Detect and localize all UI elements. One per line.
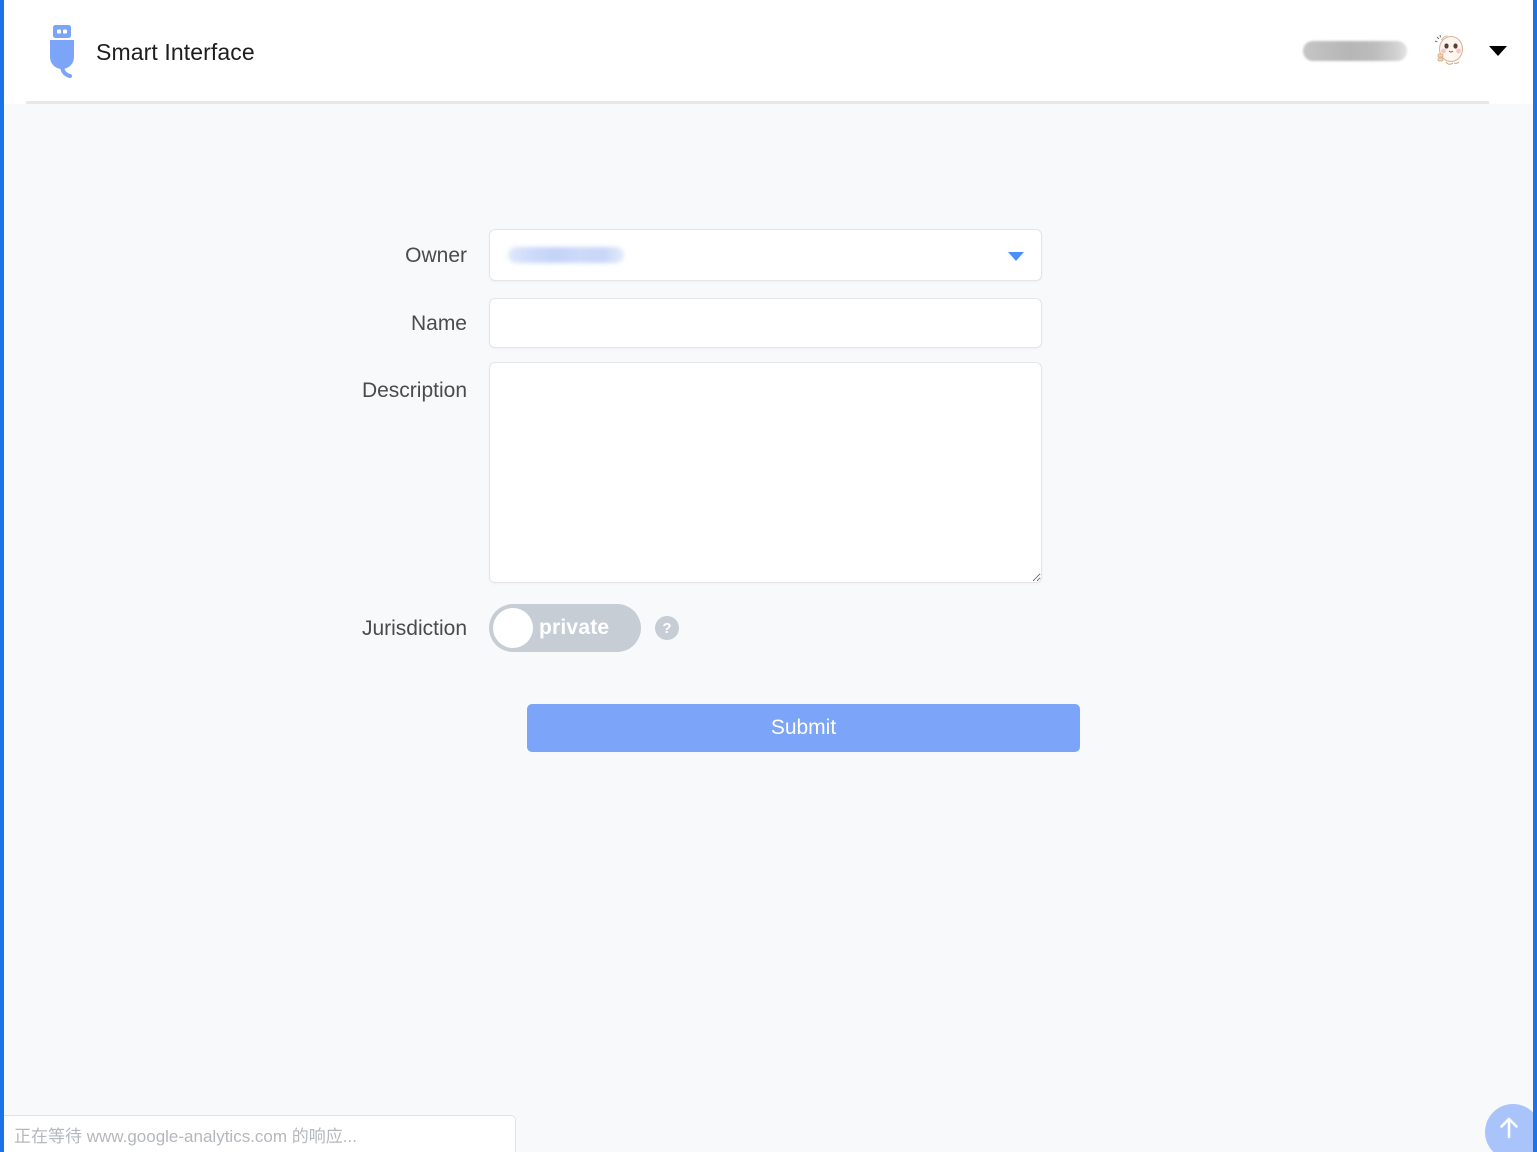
arrow-up-icon xyxy=(1499,1117,1518,1139)
brand-title: Smart Interface xyxy=(96,38,255,65)
jurisdiction-toggle[interactable]: private xyxy=(489,604,641,652)
brand[interactable]: Smart Interface xyxy=(44,25,255,79)
jurisdiction-controls: private ? xyxy=(489,604,679,652)
username-redacted xyxy=(1303,41,1407,61)
toggle-state-label: private xyxy=(539,616,610,639)
statusbar-text: 正在等待 www.google-analytics.com 的响应... xyxy=(14,1126,357,1146)
browser-viewport: Smart Interface Owner Name Description J… xyxy=(4,0,1533,1152)
form-row-jurisdiction: Jurisdiction private ? xyxy=(359,604,679,652)
name-input[interactable] xyxy=(489,298,1042,348)
name-label: Name xyxy=(410,311,467,335)
owner-label: Owner xyxy=(405,243,467,267)
toggle-knob xyxy=(493,608,533,648)
description-textarea[interactable] xyxy=(489,362,1042,583)
dropdown-caret-icon[interactable] xyxy=(1008,252,1024,261)
form-row-description: Description xyxy=(359,362,1042,583)
page-body: Owner Name Description Jurisdiction priv… xyxy=(4,104,1533,1152)
form-row-name: Name xyxy=(359,298,1042,348)
form-row-owner: Owner xyxy=(359,229,1042,281)
scroll-to-top-button[interactable] xyxy=(1485,1104,1533,1152)
chevron-down-icon[interactable] xyxy=(1489,46,1507,56)
description-label: Description xyxy=(361,379,467,402)
header-divider xyxy=(26,101,1489,104)
usb-plug-icon xyxy=(50,25,74,78)
submit-button[interactable]: Submit xyxy=(527,704,1080,752)
header-user-area xyxy=(1303,30,1507,72)
jurisdiction-label: Jurisdiction xyxy=(361,616,467,640)
hamster-avatar[interactable] xyxy=(1429,30,1471,72)
app-header: Smart Interface xyxy=(4,0,1533,102)
owner-select[interactable] xyxy=(489,229,1042,281)
browser-statusbar: 正在等待 www.google-analytics.com 的响应... xyxy=(4,1115,516,1152)
owner-value-redacted xyxy=(508,247,624,263)
question-mark-icon[interactable]: ? xyxy=(655,616,679,640)
